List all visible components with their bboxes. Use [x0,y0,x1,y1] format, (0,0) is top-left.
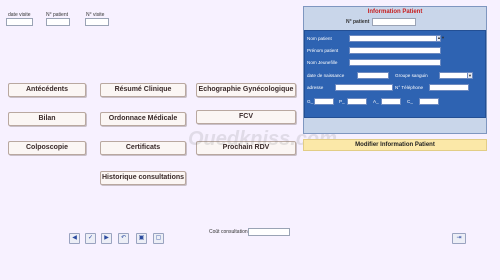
bilan-button[interactable]: Bilan [8,112,86,126]
certificats-button[interactable]: Certificats [100,141,186,155]
p-field[interactable] [347,98,367,105]
first-record-icon[interactable]: ◀ [69,233,80,244]
cout-consultation-label: Coût consultation [209,229,248,235]
adresse-field[interactable] [335,84,393,91]
panel-n-patient-label: N° patient [346,19,370,25]
a-field[interactable] [381,98,401,105]
delete-record-icon[interactable]: ▢ [153,233,164,244]
g-label: G_ [307,99,314,104]
telephone-field[interactable] [429,84,469,91]
echographie-button[interactable]: Echographie Gynécologique [196,83,296,97]
nom-patient-label: Nom patient [307,36,332,41]
scroll-arrows-icon[interactable]: ▲▼ [436,35,445,42]
new-record-icon[interactable]: ▣ [136,233,147,244]
nom-jeune-fille-label: Nom Jeunefille [307,60,338,65]
prenom-patient-label: Prénom patient [307,48,339,53]
next-record-icon[interactable]: ▶ [101,233,112,244]
n-patient-field[interactable] [46,18,70,26]
modify-patient-button[interactable]: Modifier Information Patient [303,139,487,151]
ordonnace-button[interactable]: Ordonnace Médicale [100,112,186,126]
panel-n-patient-field[interactable] [372,18,416,26]
n-visite-field[interactable] [85,18,109,26]
cout-consultation-field[interactable] [248,228,290,236]
previous-record-icon[interactable]: ✓ [85,233,96,244]
prenom-patient-field[interactable] [349,47,441,54]
nom-patient-field[interactable] [349,35,441,42]
telephone-label: N° Téléphone [395,85,424,90]
patient-form: Nom patient ▲▼ Prénom patient Nom Jeunef… [304,30,486,118]
p-label: P_ [339,99,345,104]
panel-title: Information Patient [367,9,423,15]
antecedents-button[interactable]: Antécédents [8,83,86,97]
fcv-button[interactable]: FCV [196,110,296,124]
c-field[interactable] [419,98,439,105]
date-visite-field[interactable] [6,18,33,26]
g-field[interactable] [314,98,334,105]
date-naissance-label: date de naissance [307,73,345,78]
resume-clinique-button[interactable]: Résumé Clinique [100,83,186,97]
adresse-label: adresse [307,85,324,90]
historique-consultations-button[interactable]: Historique consultations [100,171,186,185]
chevron-down-icon[interactable]: ▼ [467,72,473,79]
a-label: A_ [373,99,379,104]
nom-jeune-fille-field[interactable] [349,59,441,66]
close-form-icon[interactable]: ⇥ [452,233,466,244]
colposcopie-button[interactable]: Colposcopie [8,141,86,155]
date-naissance-field[interactable] [357,72,389,79]
c-label: C_ [407,99,413,104]
undo-icon[interactable]: ↶ [118,233,129,244]
groupe-sanguin-label: Groupe sanguin [395,73,428,78]
